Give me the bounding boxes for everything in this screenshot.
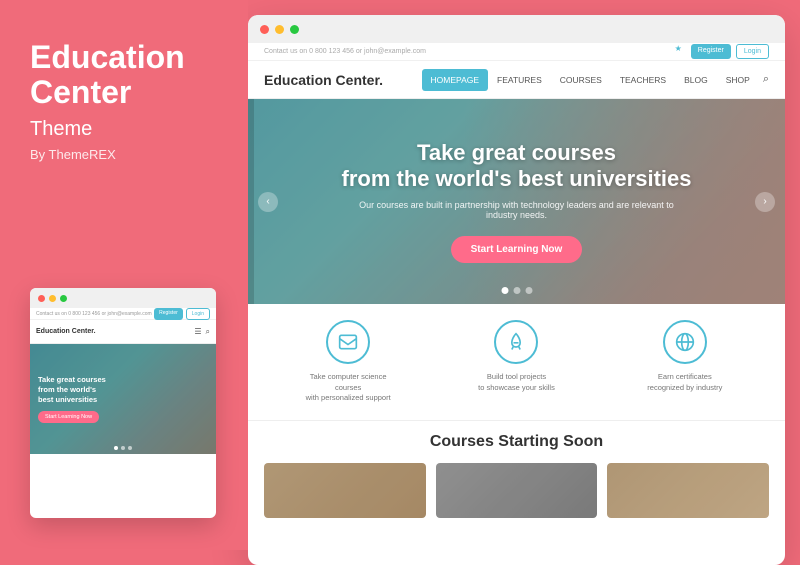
nav-item-blog[interactable]: BLOG bbox=[675, 69, 717, 91]
hero-dot-2 bbox=[513, 287, 520, 294]
course-card-overlay-2 bbox=[436, 463, 598, 518]
left-panel: Education Center Theme By ThemeREX Conta… bbox=[0, 0, 248, 550]
register-button[interactable]: Register bbox=[691, 44, 731, 59]
mini-hero-line1: Take great courses bbox=[38, 375, 106, 384]
mini-register-btn[interactable]: Register bbox=[154, 308, 183, 320]
mini-dot-2 bbox=[121, 446, 125, 450]
site-logo: Education Center. bbox=[264, 72, 383, 88]
topbar-contact: Contact us on 0 800 123 456 or john@exam… bbox=[264, 48, 426, 55]
mini-dot-green bbox=[60, 295, 67, 302]
browser-dot-green[interactable] bbox=[290, 25, 299, 34]
theme-title: Education Center bbox=[30, 40, 185, 110]
hero-headline: Take great courses from the world's best… bbox=[342, 140, 692, 193]
mini-contact-bar: Contact us on 0 800 123 456 or john@exam… bbox=[30, 308, 216, 320]
mini-search-icon[interactable]: ⌕ bbox=[206, 327, 210, 337]
title-line1: Education bbox=[30, 39, 185, 75]
hero-dot-1 bbox=[501, 287, 508, 294]
site-content: Contact us on 0 800 123 456 or john@exam… bbox=[248, 43, 785, 565]
mini-dot-3 bbox=[128, 446, 132, 450]
feature-text-3: Earn certificates recognized by industry bbox=[647, 372, 722, 393]
mini-dot-1 bbox=[114, 446, 118, 450]
star-icon: ★ bbox=[675, 44, 682, 59]
feature-text-2: Build tool projects to showcase your ski… bbox=[478, 372, 555, 393]
features-section: Take computer science courses with perso… bbox=[248, 304, 785, 421]
main-browser: Contact us on 0 800 123 456 or john@exam… bbox=[248, 15, 785, 565]
mini-browser-content: Contact us on 0 800 123 456 or john@exam… bbox=[30, 308, 216, 518]
mini-hero: Take great courses from the world's best… bbox=[30, 344, 216, 454]
nav-item-shop[interactable]: SHOP bbox=[717, 69, 759, 91]
mini-browser-bar bbox=[30, 288, 216, 308]
hero-text-center: Take great courses from the world's best… bbox=[282, 140, 752, 264]
theme-subtitle: Theme bbox=[30, 118, 92, 141]
mini-hero-line2: from the world's bbox=[38, 385, 96, 394]
topbar-right-buttons: ★ Register Login bbox=[675, 44, 769, 59]
mini-carousel-dots bbox=[114, 446, 132, 450]
site-hero: ‹ Take great courses from the world's be… bbox=[248, 99, 785, 304]
feature-icon-globe bbox=[663, 320, 707, 364]
site-header: Education Center. HOMEPAGE FEATURES COUR… bbox=[248, 61, 785, 99]
mini-site-header: Education Center. ☰ ⌕ bbox=[30, 320, 216, 344]
courses-title: Courses Starting Soon bbox=[264, 433, 769, 451]
browser-dot-red[interactable] bbox=[260, 25, 269, 34]
courses-section: Courses Starting Soon bbox=[248, 421, 785, 530]
mini-nav-icons: ☰ ⌕ bbox=[194, 327, 210, 337]
nav-item-courses[interactable]: COURSES bbox=[551, 69, 611, 91]
course-card-overlay-3 bbox=[607, 463, 769, 518]
site-nav: HOMEPAGE FEATURES COURSES TEACHERS BLOG … bbox=[422, 69, 769, 91]
feature-icon-rocket bbox=[494, 320, 538, 364]
hero-carousel-dots bbox=[501, 287, 532, 294]
browser-chrome bbox=[248, 15, 785, 43]
mini-hero-line3: best universities bbox=[38, 395, 97, 404]
login-button[interactable]: Login bbox=[736, 44, 769, 59]
hero-left-stripe bbox=[248, 99, 254, 304]
mini-hero-text: Take great courses from the world's best… bbox=[38, 375, 106, 404]
nav-item-features[interactable]: FEATURES bbox=[488, 69, 551, 91]
course-card-overlay-1 bbox=[264, 463, 426, 518]
hero-cta-button[interactable]: Start Learning Now bbox=[451, 236, 583, 263]
main-container: Education Center Theme By ThemeREX Conta… bbox=[0, 0, 800, 550]
hero-line1: Take great courses bbox=[417, 140, 616, 165]
course-card-1[interactable] bbox=[264, 463, 426, 518]
nav-item-homepage[interactable]: HOMEPAGE bbox=[422, 69, 489, 91]
mini-logo: Education Center. bbox=[36, 328, 96, 335]
hero-subtext: Our courses are built in partnership wit… bbox=[356, 200, 676, 220]
hero-line2: from the world's best universities bbox=[342, 166, 692, 191]
courses-grid bbox=[264, 463, 769, 518]
title-line2: Center bbox=[30, 74, 131, 110]
site-top-bar: Contact us on 0 800 123 456 or john@exam… bbox=[248, 43, 785, 61]
feature-item-2: Build tool projects to showcase your ski… bbox=[432, 320, 600, 404]
hero-next-button[interactable]: › bbox=[755, 192, 775, 212]
mini-login-btn[interactable]: Login bbox=[186, 308, 210, 320]
feature-text-1: Take computer science courses with perso… bbox=[298, 372, 398, 404]
mini-contact-text: Contact us on 0 800 123 456 or john@exam… bbox=[36, 311, 152, 317]
nav-item-teachers[interactable]: TEACHERS bbox=[611, 69, 675, 91]
hero-dot-3 bbox=[525, 287, 532, 294]
mini-dot-red bbox=[38, 295, 45, 302]
theme-author: By ThemeREX bbox=[30, 147, 116, 162]
mini-browser-preview: Contact us on 0 800 123 456 or john@exam… bbox=[30, 288, 216, 518]
feature-item-3: Earn certificates recognized by industry bbox=[601, 320, 769, 404]
course-card-2[interactable] bbox=[436, 463, 598, 518]
feature-item-1: Take computer science courses with perso… bbox=[264, 320, 432, 404]
feature-icon-email bbox=[326, 320, 370, 364]
mini-hamburger-icon[interactable]: ☰ bbox=[194, 327, 201, 336]
mini-cta-button[interactable]: Start Learning Now bbox=[38, 411, 99, 423]
course-card-3[interactable] bbox=[607, 463, 769, 518]
browser-dot-yellow[interactable] bbox=[275, 25, 284, 34]
nav-search-icon[interactable]: ⌕ bbox=[763, 73, 769, 86]
mini-dot-yellow bbox=[49, 295, 56, 302]
hero-prev-button[interactable]: ‹ bbox=[258, 192, 278, 212]
